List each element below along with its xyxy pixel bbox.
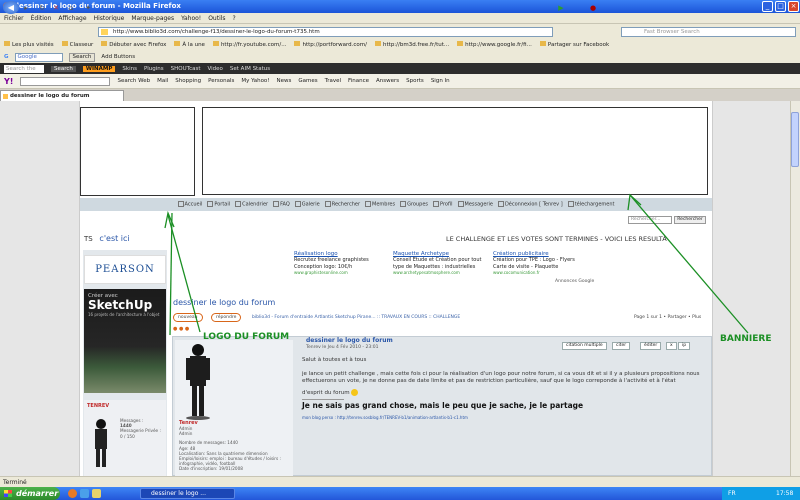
banner-arrow (629, 194, 749, 334)
annotation-arrows (164, 193, 749, 336)
system-tray: FR 17:58 (722, 487, 800, 500)
quicklaunch-folder-icon[interactable] (92, 489, 101, 498)
taskbar-firefox-task[interactable]: dessiner le logo ... (140, 488, 235, 499)
taskbar (0, 487, 800, 500)
clock: 17:58 (776, 490, 794, 497)
language-indicator[interactable]: FR (728, 487, 736, 500)
quicklaunch-firefox-icon[interactable] (68, 489, 77, 498)
logo-arrow-2 (169, 212, 173, 336)
quicklaunch-ie-icon[interactable] (80, 489, 89, 498)
annotation-logo-label: LOGO DU FORUM (203, 332, 290, 342)
logo-arrow (167, 214, 201, 333)
start-button[interactable]: démarrer (0, 487, 60, 500)
annotation-banner-label: BANNIERE (720, 334, 772, 344)
status-bar: Terminé (0, 476, 800, 487)
arrowhead-icon (627, 193, 642, 211)
